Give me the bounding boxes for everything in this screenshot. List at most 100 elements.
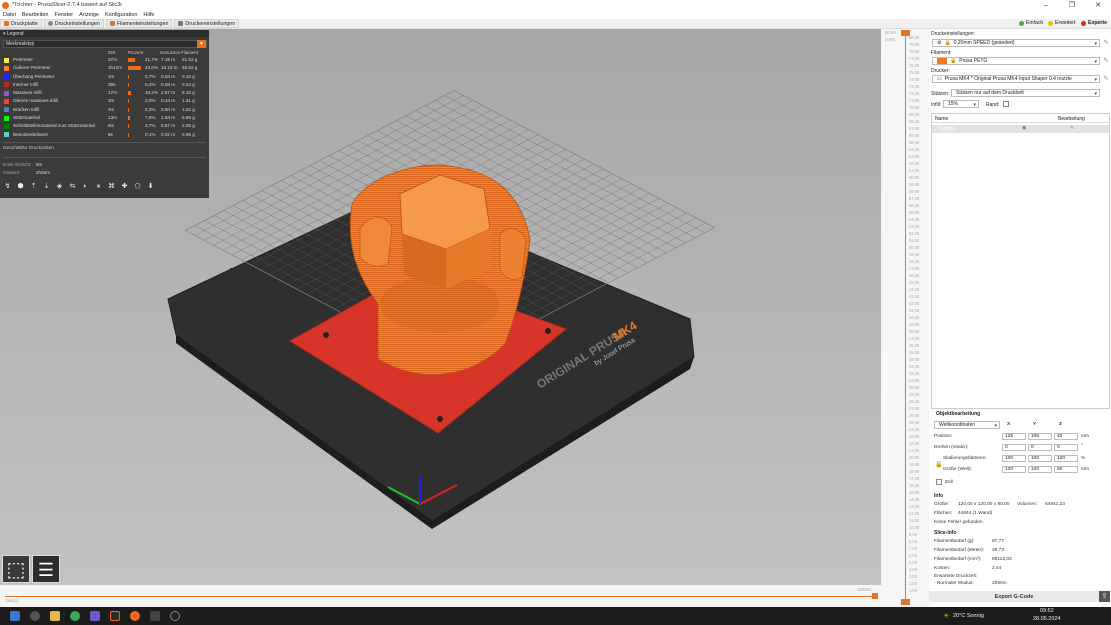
printer-select[interactable]: ▭ Prusa MK4 * Original Prusa MK4 Input Sh…	[932, 75, 1100, 83]
inch-checkbox[interactable]	[936, 479, 942, 485]
filament-label: Filament:	[931, 50, 952, 56]
view-3d-button[interactable]: ⬚	[2, 555, 30, 583]
rotation-y-input[interactable]: 0	[1028, 444, 1052, 451]
tool-marker-icon[interactable]: ⬇	[146, 182, 155, 191]
menu-configuration[interactable]: Konfiguration	[105, 12, 137, 18]
tab-print-settings[interactable]: Druckeinstellungen	[43, 19, 104, 28]
prusa-app-icon[interactable]	[130, 611, 140, 621]
scale-x-input[interactable]: 100	[1002, 455, 1026, 462]
position-y-input[interactable]: 105	[1028, 433, 1052, 440]
layer-slider-bottom-thumb[interactable]	[901, 599, 910, 605]
edit-printer-icon[interactable]: ✎	[1102, 75, 1110, 83]
legend-row[interactable]: Interner Infill 39s 0,4% 0.08 m 0.24 g	[0, 81, 209, 89]
prusaslicer-taskbar-icon[interactable]	[110, 611, 120, 621]
edit-filament-icon[interactable]: ✎	[1102, 57, 1110, 65]
layer-tick-label: 78,00	[909, 49, 920, 54]
taskbar-date[interactable]: 28.05.2024	[1033, 616, 1061, 622]
horizontal-slider[interactable]: 186(0) 186981	[0, 585, 881, 607]
chrome-icon[interactable]	[70, 611, 80, 621]
menu-help[interactable]: Hilfe	[143, 12, 154, 18]
brim-checkbox[interactable]	[1003, 101, 1009, 107]
size-x-input[interactable]: 120	[1002, 466, 1026, 473]
legend-row[interactable]: Äußerer Perimeter 1h12m 43,0% 15.23 m 46.52 …	[0, 64, 209, 72]
horizontal-slider-left-label: 186(0)	[5, 598, 19, 603]
retraction-icon[interactable]: ⇡	[29, 182, 38, 191]
layer-tick-label: 26,00	[909, 413, 920, 418]
legend-row[interactable]: Stützmaterial 13m 7,8% 1.93 m 5.89 g	[0, 114, 209, 122]
shells-icon[interactable]: ⬡	[133, 182, 142, 191]
send-to-printer-icon[interactable]: ⇪	[1099, 591, 1110, 602]
minimize-icon[interactable]: –	[1033, 0, 1059, 10]
color-change-icon[interactable]: ◐	[81, 182, 90, 191]
maximize-icon[interactable]: ❐	[1059, 0, 1085, 10]
weather-text[interactable]: 20°C Sonnig	[953, 613, 984, 619]
layer-tick-label: 37,00	[909, 336, 920, 341]
mode-expert[interactable]: Experte	[1081, 20, 1107, 26]
tab-printer-settings[interactable]: Druckereinstellungen	[174, 19, 240, 28]
windows-start-icon[interactable]	[10, 611, 20, 621]
rotation-x-input[interactable]: 0	[1002, 444, 1026, 451]
percent-bar	[128, 107, 129, 112]
lock-scale-icon[interactable]: 🔒	[935, 461, 942, 468]
menu-file[interactable]: Datei	[3, 12, 16, 18]
menu-edit[interactable]: Bearbeiten	[22, 12, 49, 18]
wipe-icon[interactable]: ⬢	[16, 182, 25, 191]
info-title: Info	[934, 493, 944, 499]
supports-select[interactable]: Stützen nur auf dem Druckbett ▾	[951, 89, 1100, 97]
teams-icon[interactable]	[90, 611, 100, 621]
export-gcode-button[interactable]: Export G-Code	[929, 591, 1099, 602]
legend-row[interactable]: Perimeter 37m 21,7% 7.19 m 21.92 g	[0, 56, 209, 64]
scale-y-input[interactable]: 100	[1028, 455, 1052, 462]
file-explorer-icon[interactable]	[50, 611, 60, 621]
github-icon[interactable]	[170, 611, 180, 621]
filament-select[interactable]: 🔒 Prusa PETG ▾	[932, 57, 1100, 65]
legend-row[interactable]: Schnittstellenmaterial zum Stützmaterial…	[0, 122, 209, 130]
task-view-icon[interactable]	[30, 611, 40, 621]
coordinate-system-select[interactable]: Weltkoordinaten ▾	[934, 421, 1000, 429]
menu-view[interactable]: Anzeige	[79, 12, 99, 18]
legend-row[interactable]: Massives Infill 17m 10,2% 2.67 m 8.15 g	[0, 89, 209, 97]
position-z-input[interactable]: 40	[1054, 433, 1078, 440]
layer-slider[interactable]: 80,00 (449) 80,00 79,00 78,00 77,00 76,00 75,…	[881, 29, 929, 607]
layer-tick-label: 65,00	[909, 140, 920, 145]
size-z-input[interactable]: 80	[1054, 466, 1078, 473]
deretraction-icon[interactable]: ⇣	[42, 182, 51, 191]
travel-icon[interactable]: ↯	[3, 182, 12, 191]
menu-bar: Datei Bearbeiten Fenster Anzeige Konfigu…	[0, 10, 1111, 19]
legend-row[interactable]: Oberes massives Infill 3m 2,0% 0.43 m 1.31 g	[0, 97, 209, 105]
menu-window[interactable]: Fenster	[54, 12, 73, 18]
seams-icon[interactable]: ◈	[55, 182, 64, 191]
position-x-input[interactable]: 125	[1002, 433, 1026, 440]
view-preview-button[interactable]: ☰	[32, 555, 60, 583]
scale-z-input[interactable]: 100	[1054, 455, 1078, 462]
object-row-funnel[interactable]: Trichter ◉ ✎	[932, 125, 1109, 133]
edit-print-settings-icon[interactable]: ✎	[1102, 39, 1110, 47]
eye-icon[interactable]: ◉	[1022, 125, 1026, 131]
size-y-input[interactable]: 120	[1028, 466, 1052, 473]
legend-row[interactable]: Überhang Perimeter 1m 0,7% 0.03 m 0.10 g	[0, 73, 209, 81]
taskbar-time[interactable]: 09:52	[1040, 608, 1054, 614]
horizontal-slider-thumb[interactable]	[872, 593, 878, 599]
mode-advanced[interactable]: Erweitert	[1048, 20, 1075, 26]
estimated-times-title: Geschätzte Druckzeiten	[3, 145, 54, 151]
custom-gcode-icon[interactable]: ⌘	[107, 182, 116, 191]
tab-filament-settings[interactable]: Filamenteinstellungen	[105, 19, 173, 28]
legend-row[interactable]: Brücken Infill 4m 2,3% 0.50 m 1.52 g	[0, 106, 209, 114]
close-icon[interactable]: ✕	[1085, 0, 1111, 10]
pause-icon[interactable]: ⏸	[94, 182, 103, 191]
edit-object-icon[interactable]: ✎	[1070, 125, 1074, 131]
terminal-icon[interactable]	[150, 611, 160, 621]
view-type-select[interactable]: Merkmalstyp ▼	[3, 40, 207, 48]
tool-change-icon[interactable]: ⇆	[68, 182, 77, 191]
center-of-gravity-icon[interactable]: ✚	[120, 182, 129, 191]
infill-select[interactable]: 15% ▾	[943, 100, 979, 108]
legend-row[interactable]: Benutzerdefiniert 6s 0,1% 0.02 m 0.06 g	[0, 131, 209, 139]
layer-tick-label: 59,00	[909, 182, 920, 187]
color-swatch	[4, 107, 9, 113]
print-settings-select[interactable]: ⚙ 🔒 0,20mm SPEED (geändert) ▾	[932, 39, 1100, 47]
rotation-z-input[interactable]: 0	[1054, 444, 1078, 451]
filament-color-swatch[interactable]	[937, 58, 947, 64]
mode-simple[interactable]: Einfach	[1019, 20, 1043, 26]
legend-header[interactable]: ▾ Legend	[0, 30, 209, 37]
tab-plater[interactable]: Druckplatte	[0, 19, 42, 28]
